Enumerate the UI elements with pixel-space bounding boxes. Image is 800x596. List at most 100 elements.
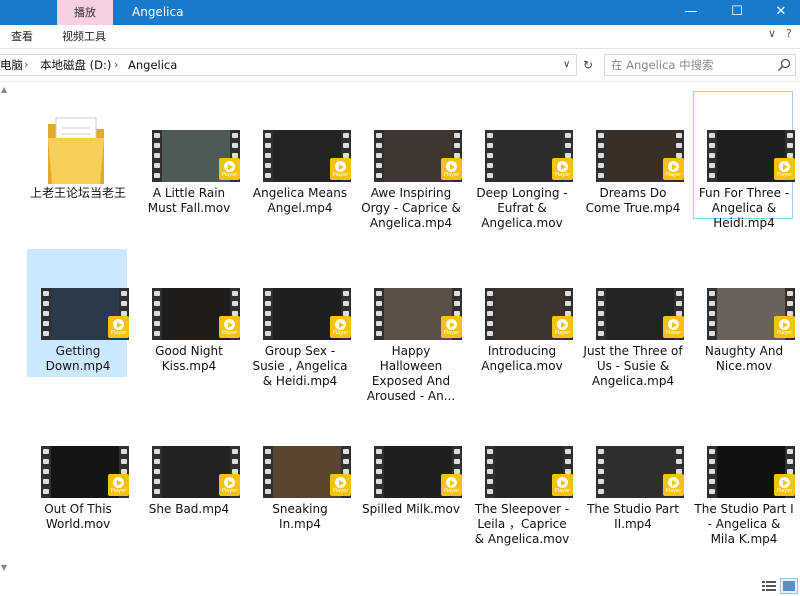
video-file-item[interactable]: Player Naughty And Nice.mov bbox=[693, 249, 795, 377]
player-badge-icon: Player bbox=[330, 158, 351, 180]
video-file-item[interactable]: Player Introducing Angelica.mov bbox=[471, 249, 573, 377]
play-icon bbox=[779, 161, 790, 172]
play-icon bbox=[557, 477, 568, 488]
search-box[interactable] bbox=[604, 54, 796, 76]
address-dropdown-icon[interactable]: ∨ bbox=[563, 55, 570, 75]
player-badge-icon: Player bbox=[663, 474, 684, 496]
large-icons-view-icon[interactable] bbox=[780, 578, 798, 594]
player-badge-icon: Player bbox=[219, 474, 240, 496]
video-thumbnail: Player bbox=[374, 446, 462, 498]
play-icon bbox=[113, 319, 124, 330]
video-file-item[interactable]: Player The Sleepover - Leila ，Caprice & A… bbox=[471, 407, 573, 546]
video-thumbnail: Player bbox=[374, 288, 462, 340]
film-strip-icon bbox=[596, 446, 606, 498]
video-file-item[interactable]: Player Good Night Kiss.mp4 bbox=[138, 249, 240, 377]
video-file-item[interactable]: Player Spilled Milk.mov bbox=[360, 407, 462, 535]
player-badge-icon: Player bbox=[441, 316, 462, 338]
video-file-item[interactable]: Player Sneaking In.mp4 bbox=[249, 407, 351, 535]
video-thumbnail: Player bbox=[263, 446, 351, 498]
film-strip-icon bbox=[263, 130, 273, 182]
film-strip-icon bbox=[263, 288, 273, 340]
file-name-label: Deep Longing - Eufrat & Angelica.mov bbox=[476, 186, 568, 230]
film-strip-icon bbox=[485, 288, 495, 340]
player-badge-label: Player bbox=[332, 330, 349, 336]
video-thumbnail: Player bbox=[41, 446, 129, 498]
player-badge-icon: Player bbox=[219, 158, 240, 180]
play-icon bbox=[446, 161, 457, 172]
video-file-item[interactable]: Player Awe Inspiring Orgy - Caprice & Ang… bbox=[360, 91, 462, 230]
video-file-item[interactable]: Player Just the Three of Us - Susie & Ang… bbox=[582, 249, 684, 388]
play-icon bbox=[557, 161, 568, 172]
player-badge-icon: Player bbox=[441, 474, 462, 496]
player-badge-label: Player bbox=[443, 330, 460, 336]
video-file-item[interactable]: Player Group Sex - Susie , Angelica & Hei… bbox=[249, 249, 351, 388]
player-badge-label: Player bbox=[443, 172, 460, 178]
video-file-item[interactable]: Player Deep Longing - Eufrat & Angelica.m… bbox=[471, 91, 573, 230]
breadcrumb-angelica[interactable]: Angelica bbox=[128, 55, 177, 75]
address-bar[interactable]: 电脑 › 本地磁盘 (D:) › Angelica ∨ bbox=[0, 54, 577, 76]
video-thumbnail: Player bbox=[485, 446, 573, 498]
player-badge-label: Player bbox=[554, 488, 571, 494]
film-strip-icon bbox=[263, 446, 273, 498]
maximize-button[interactable]: ☐ bbox=[714, 0, 760, 25]
film-strip-icon bbox=[41, 446, 51, 498]
video-file-item[interactable]: Player A Little Rain Must Fall.mov bbox=[138, 91, 240, 219]
player-badge-icon: Player bbox=[774, 316, 795, 338]
file-view[interactable]: 上老王论坛当老王 Player A Little Rain Must Fall.mo… bbox=[0, 83, 800, 577]
file-name-label: Introducing Angelica.mov bbox=[481, 344, 563, 373]
video-file-item[interactable]: Player Fun For Three - Angelica & Heidi.m… bbox=[693, 91, 795, 230]
play-icon bbox=[668, 477, 679, 488]
play-icon bbox=[335, 161, 346, 172]
file-name-label: She Bad.mp4 bbox=[148, 502, 230, 516]
vertical-scrollbar[interactable]: ▲ ▼ bbox=[0, 83, 12, 577]
ribbon-collapse-icon[interactable]: ∨ bbox=[768, 27, 776, 40]
window-title: Angelica bbox=[132, 5, 184, 19]
breadcrumb-separator-icon[interactable]: › bbox=[24, 55, 28, 75]
tab-view[interactable]: 查看 bbox=[11, 25, 33, 49]
close-button[interactable]: ✕ bbox=[758, 0, 800, 25]
player-badge-label: Player bbox=[665, 172, 682, 178]
player-badge-icon: Player bbox=[441, 158, 462, 180]
scroll-down-icon[interactable]: ▼ bbox=[1, 563, 7, 572]
video-thumbnail: Player bbox=[152, 130, 240, 182]
details-view-icon[interactable] bbox=[762, 580, 776, 592]
help-icon[interactable]: ? bbox=[786, 27, 792, 40]
breadcrumb-separator-icon[interactable]: › bbox=[114, 55, 118, 75]
video-file-item[interactable]: Player The Studio Part II.mp4 bbox=[582, 407, 684, 535]
play-icon bbox=[224, 477, 235, 488]
breadcrumb-this-pc[interactable]: 电脑 bbox=[0, 55, 23, 75]
player-badge-icon: Player bbox=[108, 316, 129, 338]
player-badge-label: Player bbox=[554, 172, 571, 178]
player-badge-icon: Player bbox=[663, 158, 684, 180]
video-file-item[interactable]: Player Angelica Means Angel.mp4 bbox=[249, 91, 351, 219]
player-badge-icon: Player bbox=[774, 474, 795, 496]
video-thumbnail: Player bbox=[263, 288, 351, 340]
film-strip-icon bbox=[374, 130, 384, 182]
video-file-item[interactable]: Player Getting Down.mp4 bbox=[27, 249, 129, 377]
explorer-window: 播放 Angelica — ☐ ✕ 查看 视频工具 ∨ ? 电脑 › 本地磁盘 … bbox=[0, 0, 800, 595]
player-badge-icon: Player bbox=[330, 474, 351, 496]
video-thumbnail: Player bbox=[152, 446, 240, 498]
title-bar[interactable]: 播放 Angelica — ☐ ✕ bbox=[0, 0, 800, 25]
video-file-item[interactable]: Player Out Of This World.mov bbox=[27, 407, 129, 535]
video-thumbnail: Player bbox=[152, 288, 240, 340]
video-file-item[interactable]: Player Happy Halloween Exposed And Arouse… bbox=[360, 249, 462, 403]
tab-video-tools[interactable]: 视频工具 bbox=[62, 25, 106, 49]
video-file-item[interactable]: Player The Studio Part I - Angelica & Mil… bbox=[693, 407, 795, 546]
navigation-bar: 电脑 › 本地磁盘 (D:) › Angelica ∨ ↻ bbox=[0, 49, 800, 82]
file-name-label: 上老王论坛当老王 bbox=[29, 186, 126, 200]
file-name-label: Happy Halloween Exposed And Aroused - An… bbox=[366, 344, 456, 403]
minimize-button[interactable]: — bbox=[668, 0, 714, 25]
file-name-label: The Studio Part I - Angelica & Mila K.mp… bbox=[694, 502, 794, 546]
tab-play[interactable]: 播放 bbox=[57, 0, 113, 25]
search-icon[interactable] bbox=[775, 56, 793, 74]
film-strip-icon bbox=[707, 288, 717, 340]
video-file-item[interactable]: Player Dreams Do Come True.mp4 bbox=[582, 91, 684, 219]
scroll-up-icon[interactable]: ▲ bbox=[1, 85, 7, 94]
file-name-label: Just the Three of Us - Susie & Angelica.… bbox=[583, 344, 683, 388]
folder-item[interactable]: 上老王论坛当老王 bbox=[27, 91, 127, 219]
search-input[interactable] bbox=[605, 55, 771, 75]
refresh-icon[interactable]: ↻ bbox=[579, 54, 597, 76]
breadcrumb-local-disk[interactable]: 本地磁盘 (D:) bbox=[40, 55, 111, 75]
video-file-item[interactable]: Player She Bad.mp4 bbox=[138, 407, 240, 535]
